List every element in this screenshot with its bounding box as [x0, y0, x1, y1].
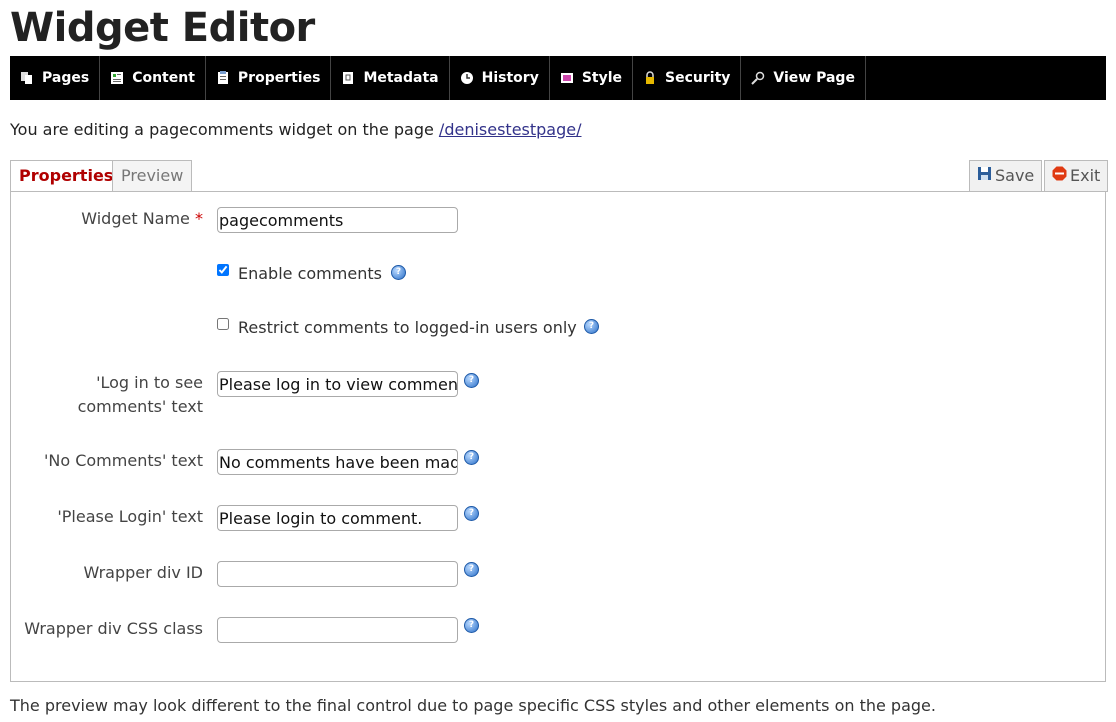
nav-pages-label: Pages: [42, 70, 90, 86]
nav-history-label: History: [481, 70, 539, 86]
enable-comments-checkbox[interactable]: [217, 264, 229, 276]
login-to-see-label: 'Log in to see comments' text: [77, 373, 203, 416]
nav-view-page[interactable]: View Page: [741, 56, 866, 100]
preview-note: The preview may look different to the fi…: [10, 696, 936, 715]
tab-bar: Properties Preview Save Exit: [10, 160, 1109, 192]
exit-label: Exit: [1070, 166, 1101, 185]
intro-prefix: You are editing a pagecomments widget on…: [10, 120, 439, 139]
help-icon[interactable]: ?: [464, 373, 479, 388]
wrapper-id-input[interactable]: [217, 561, 458, 587]
enable-comments-label: Enable comments: [238, 264, 382, 283]
nav-metadata-label: Metadata: [363, 70, 439, 86]
main-navbar: Pages Content Properties Metadata Histor…: [10, 56, 1106, 100]
nav-security[interactable]: Security: [633, 56, 742, 100]
intro-text: You are editing a pagecomments widget on…: [10, 120, 582, 139]
restrict-comments-label: Restrict comments to logged-in users onl…: [238, 318, 577, 337]
nav-content[interactable]: Content: [100, 56, 206, 100]
nav-properties[interactable]: Properties: [206, 56, 332, 100]
wrapper-css-label: Wrapper div CSS class: [24, 619, 203, 638]
help-icon[interactable]: ?: [464, 618, 479, 633]
nav-style[interactable]: Style: [550, 56, 634, 100]
stop-icon: [1052, 161, 1067, 191]
nav-properties-label: Properties: [237, 70, 321, 86]
required-mark: *: [195, 209, 203, 228]
exit-button[interactable]: Exit: [1044, 160, 1109, 192]
save-icon: [977, 161, 992, 191]
restrict-comments-checkbox[interactable]: [217, 318, 229, 330]
nav-content-label: Content: [132, 70, 195, 86]
nav-style-label: Style: [581, 70, 623, 86]
content-icon: [110, 71, 124, 85]
lock-icon: [643, 71, 657, 85]
page-link[interactable]: /denisestestpage/: [439, 120, 582, 139]
nav-security-label: Security: [665, 70, 731, 86]
wrapper-id-label: Wrapper div ID: [83, 563, 204, 582]
save-label: Save: [995, 166, 1035, 185]
nav-history[interactable]: History: [450, 56, 550, 100]
help-icon[interactable]: ?: [464, 450, 479, 465]
no-comments-label: 'No Comments' text: [43, 451, 203, 470]
help-icon[interactable]: ?: [464, 506, 479, 521]
wrapper-css-input[interactable]: [217, 617, 458, 643]
login-to-see-input[interactable]: [217, 371, 458, 397]
widget-name-label-text: Widget Name: [81, 209, 190, 228]
nav-view-page-label: View Page: [773, 70, 855, 86]
page-title: Widget Editor: [10, 5, 315, 51]
metadata-icon: [341, 71, 355, 85]
no-comments-input[interactable]: [217, 449, 458, 475]
widget-name-input[interactable]: [217, 207, 458, 233]
nav-metadata[interactable]: Metadata: [331, 56, 450, 100]
magnifier-icon: [751, 71, 765, 85]
please-login-input[interactable]: [217, 505, 458, 531]
tab-preview[interactable]: Preview: [112, 160, 193, 191]
nav-pages[interactable]: Pages: [10, 56, 101, 100]
please-login-label: 'Please Login' text: [57, 507, 203, 526]
help-icon[interactable]: ?: [391, 265, 406, 280]
help-icon[interactable]: ?: [464, 562, 479, 577]
history-icon: [460, 71, 474, 85]
pages-icon: [20, 71, 34, 85]
save-button[interactable]: Save: [969, 160, 1043, 192]
style-icon: [560, 71, 574, 85]
properties-icon: [216, 71, 230, 85]
properties-panel: Widget Name * Enable comments ? Restrict…: [10, 191, 1106, 682]
tab-properties[interactable]: Properties: [10, 160, 123, 192]
help-icon[interactable]: ?: [584, 319, 599, 334]
widget-name-label: Widget Name *: [11, 207, 203, 231]
